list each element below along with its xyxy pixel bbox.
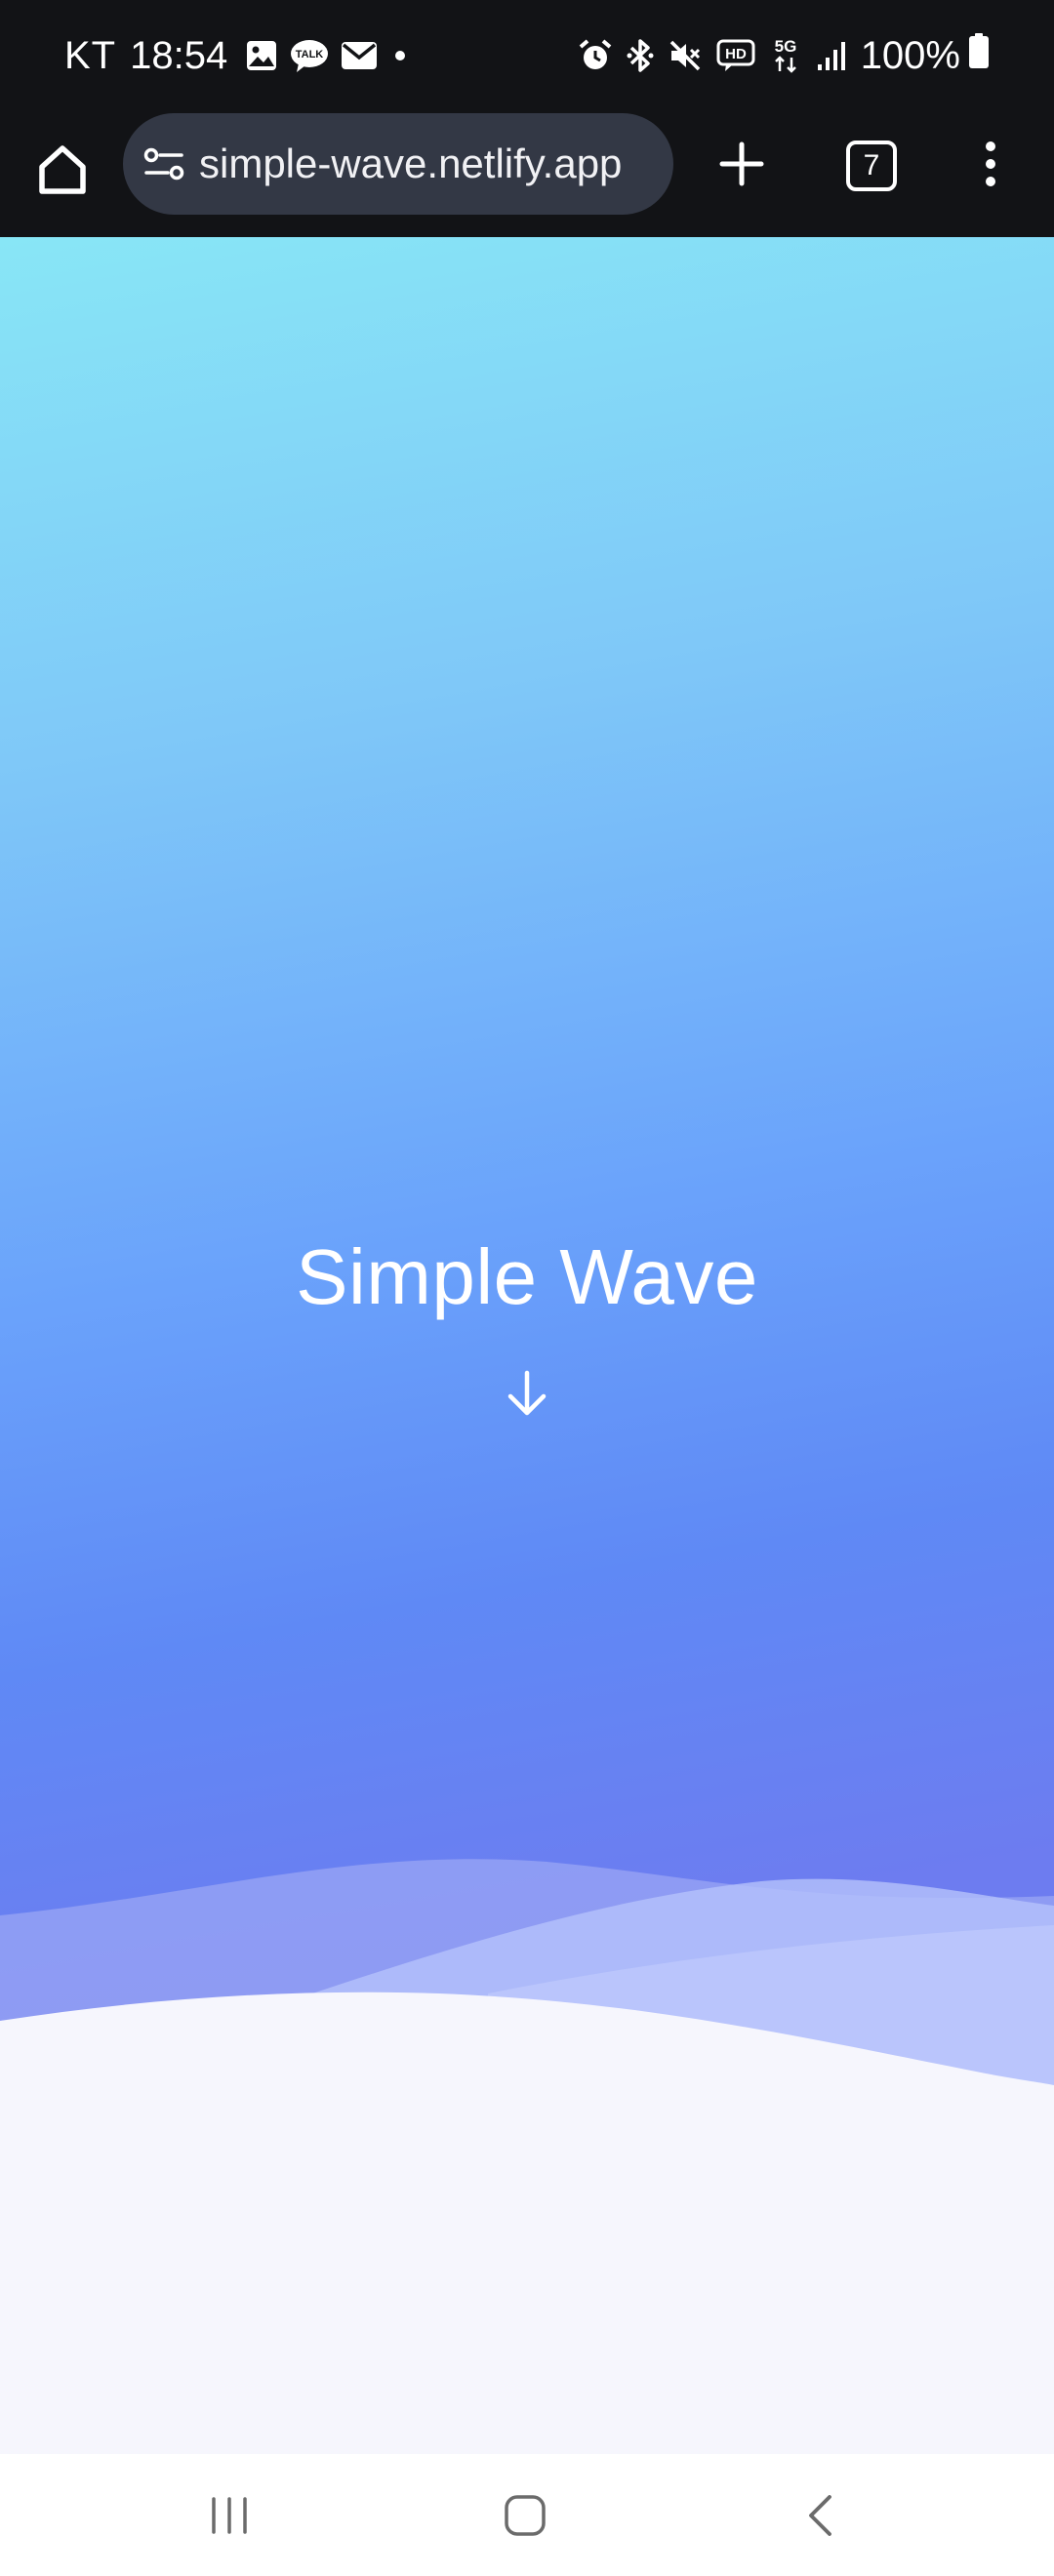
- home-icon: [504, 2494, 547, 2542]
- 5g-icon: 5G: [769, 36, 802, 75]
- web-page: Simple Wave: [0, 237, 1054, 2454]
- hd-label: HD: [725, 46, 747, 62]
- system-nav-bar: [0, 2454, 1054, 2576]
- browser-home-button[interactable]: [27, 135, 98, 209]
- phone-screen: KT 18:54 TALK HD 5G 100% simple-wave.net…: [0, 0, 1054, 2576]
- more-vertical-icon: [983, 141, 998, 192]
- alarm-icon: [578, 38, 613, 73]
- dot-icon: [389, 45, 411, 66]
- kakao-label: TALK: [296, 49, 324, 60]
- signal-icon: [816, 39, 847, 72]
- system-home-button[interactable]: [471, 2474, 579, 2561]
- url-text[interactable]: simple-wave.netlify.app: [199, 141, 622, 187]
- recents-button[interactable]: [176, 2474, 283, 2561]
- home-icon: [37, 143, 88, 201]
- mute-icon: [668, 38, 703, 73]
- address-bar[interactable]: simple-wave.netlify.app: [123, 113, 673, 215]
- recents-icon: [208, 2496, 251, 2540]
- battery-icon: [968, 32, 990, 79]
- status-left: KT 18:54 TALK: [64, 29, 423, 82]
- gallery-icon: [245, 39, 278, 72]
- browser-menu-button[interactable]: [966, 129, 1015, 203]
- wave-decoration: [0, 1859, 1054, 2454]
- battery-percent: 100%: [860, 33, 960, 77]
- bluetooth-icon: [627, 37, 654, 74]
- page-title: Simple Wave: [296, 1233, 758, 1320]
- scroll-down-button[interactable]: [503, 1369, 551, 1422]
- wave-front: [0, 1992, 1054, 2454]
- carrier-label: KT: [64, 33, 117, 77]
- mail-icon: [341, 41, 378, 70]
- clock: 18:54: [130, 33, 228, 77]
- kakaotalk-icon: TALK: [290, 38, 329, 73]
- hd-voice-icon: HD: [716, 38, 755, 73]
- tab-switcher-button[interactable]: 7: [834, 129, 909, 203]
- status-right: HD 5G 100%: [578, 29, 990, 82]
- status-bar: KT 18:54 TALK HD 5G 100%: [0, 0, 1054, 109]
- network-label: 5G: [774, 37, 796, 56]
- arrow-down-icon: [505, 1369, 549, 1423]
- new-tab-button[interactable]: [705, 129, 779, 203]
- back-button[interactable]: [766, 2474, 873, 2561]
- site-settings-icon[interactable]: [142, 146, 185, 181]
- back-icon: [805, 2493, 834, 2543]
- browser-toolbar: simple-wave.netlify.app 7: [0, 109, 1054, 346]
- plus-icon: [718, 141, 765, 192]
- tab-count: 7: [846, 141, 897, 191]
